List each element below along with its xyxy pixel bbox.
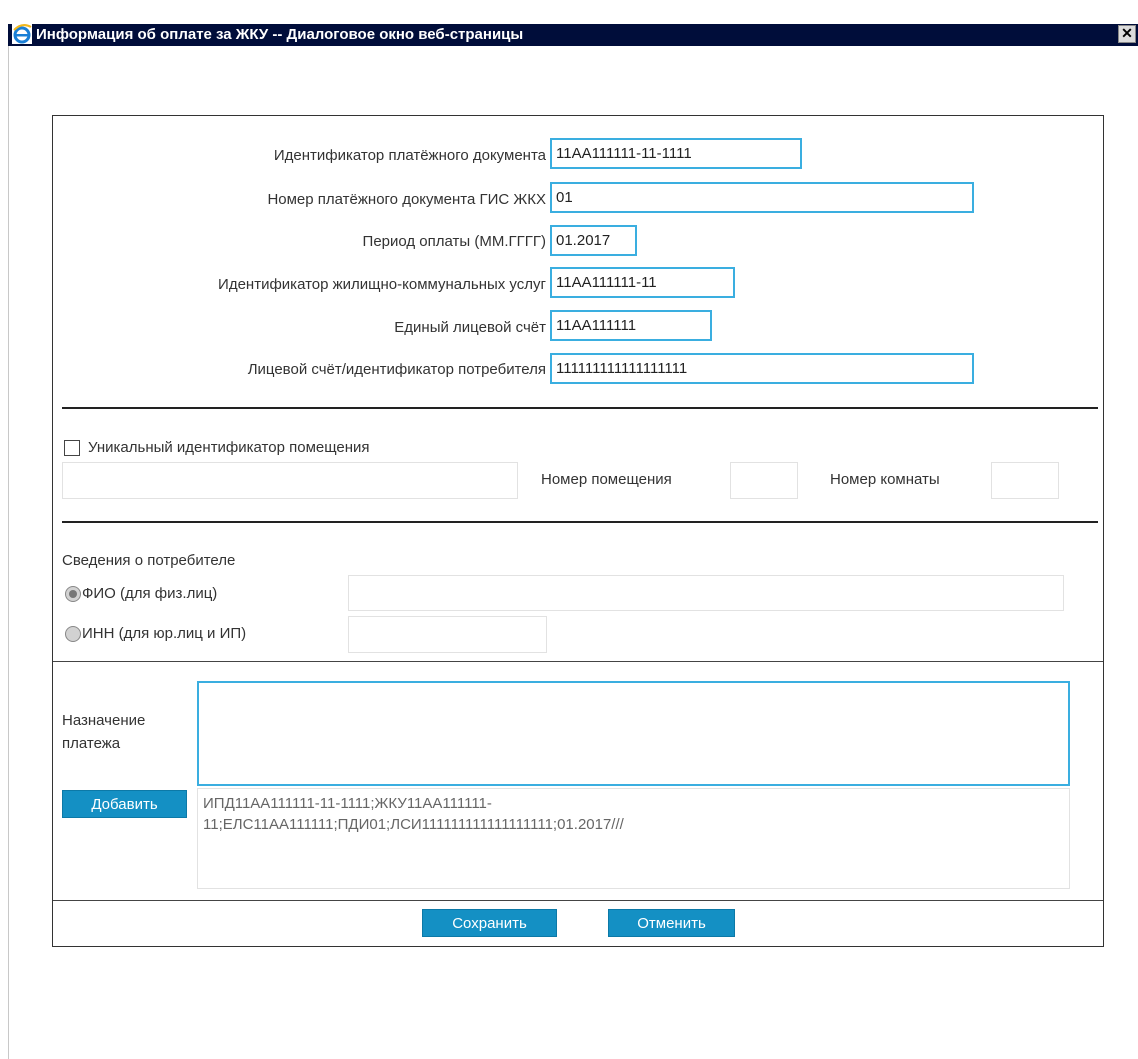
cancel-button[interactable]: Отменить <box>608 909 735 937</box>
generated-purpose-line2: 11;ЕЛС11АА111111;ПДИ01;ЛСИ11111111111111… <box>203 816 624 833</box>
window-title: Информация об оплате за ЖКУ -- Диалогово… <box>36 26 524 43</box>
label-payment-doc-id: Идентификатор платёжного документа <box>273 147 546 164</box>
label-consumer-account: Лицевой счёт/идентификатор потребителя <box>247 361 546 378</box>
close-icon[interactable]: ✕ <box>1118 25 1136 43</box>
label-inn: ИНН (для юр.лиц и ИП) <box>82 625 247 642</box>
payment-period-input[interactable] <box>550 225 637 256</box>
save-button[interactable]: Сохранить <box>422 909 557 937</box>
window-titlebar: Информация об оплате за ЖКУ -- Диалогово… <box>0 0 1138 46</box>
section-divider <box>53 661 1103 662</box>
label-room-number: Номер комнаты <box>830 471 940 488</box>
inn-radio[interactable] <box>65 626 81 642</box>
section-divider <box>62 407 1098 409</box>
window-border <box>8 46 9 1059</box>
housing-services-id-input[interactable] <box>550 267 735 298</box>
fio-input[interactable] <box>348 575 1064 611</box>
room-number-input[interactable] <box>991 462 1059 499</box>
unique-premise-id-input[interactable] <box>62 462 518 499</box>
label-fio: ФИО (для физ.лиц) <box>82 585 218 602</box>
add-button[interactable]: Добавить <box>62 790 187 818</box>
premise-number-input[interactable] <box>730 462 798 499</box>
purpose-label-line2: платежа <box>62 735 121 752</box>
internet-explorer-icon <box>12 24 32 44</box>
consumer-section-heading: Сведения о потребителе <box>62 552 236 569</box>
generated-purpose-line1: ИПД11АА111111-11-1111;ЖКУ11АА111111- <box>203 795 492 812</box>
label-payment-period: Период оплаты (ММ.ГГГГ) <box>362 233 546 250</box>
label-gis-doc-number: Номер платёжного документа ГИС ЖКХ <box>267 191 546 208</box>
generated-purpose-box: ИПД11АА111111-11-1111;ЖКУ11АА111111- 11;… <box>197 788 1070 889</box>
inn-input[interactable] <box>348 616 547 653</box>
section-divider <box>53 900 1103 901</box>
purpose-textarea[interactable] <box>197 681 1070 786</box>
fio-radio[interactable] <box>65 586 81 602</box>
section-divider <box>62 521 1098 523</box>
label-premise-number: Номер помещения <box>541 471 672 488</box>
label-housing-services-id: Идентификатор жилищно-коммунальных услуг <box>218 276 546 293</box>
label-unique-premise-id: Уникальный идентификатор помещения <box>88 439 370 456</box>
payment-doc-id-input[interactable] <box>550 138 802 169</box>
label-single-account: Единый лицевой счёт <box>394 319 546 336</box>
gis-doc-number-input[interactable] <box>550 182 974 213</box>
unique-premise-id-checkbox[interactable] <box>64 440 80 456</box>
purpose-label-line1: Назначение <box>62 712 146 729</box>
consumer-account-input[interactable] <box>550 353 974 384</box>
single-account-input[interactable] <box>550 310 712 341</box>
